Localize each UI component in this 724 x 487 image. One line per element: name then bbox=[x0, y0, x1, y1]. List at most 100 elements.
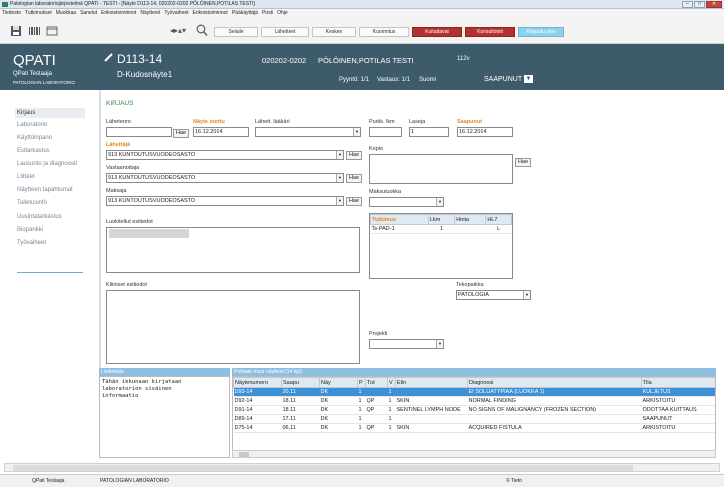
saapunut-label: Saapunut bbox=[457, 119, 483, 125]
menu-item-posti[interactable]: Posti bbox=[262, 9, 273, 17]
minimize-icon[interactable]: – bbox=[682, 1, 693, 8]
col-header-nay[interactable]: Näy bbox=[319, 377, 358, 388]
lahettaja-label: Lähettäjä bbox=[106, 142, 131, 148]
nav-item-esitarkastus[interactable]: Esitarkastus bbox=[17, 148, 50, 154]
tekopaikka-select[interactable]: PATOLOGIA ▼ bbox=[456, 290, 531, 300]
lisatietoja-textarea[interactable]: Tähän ikkunaan kirjataan laboratorion si… bbox=[99, 376, 230, 458]
main-hscrollbar[interactable] bbox=[4, 463, 720, 472]
nav-item-laboratorio[interactable]: Laboratorio bbox=[17, 122, 47, 128]
menu-item-muokkaa[interactable]: Muokkaa bbox=[56, 9, 76, 17]
table-row[interactable]: Ts-PAD-1 1 L bbox=[370, 224, 512, 234]
menu-item-tyovaiheet[interactable]: Työvaiheet bbox=[164, 9, 188, 17]
menu-item-ohje[interactable]: Ohje bbox=[277, 9, 288, 17]
col-header-tut[interactable]: Tut bbox=[365, 377, 388, 388]
lisatietoja-header: Lisätietoja bbox=[99, 368, 230, 376]
kuormitus-button[interactable]: Kuormitus bbox=[359, 27, 409, 37]
maksuluokka-select[interactable]: ▼ bbox=[369, 197, 444, 207]
status-lab: PATOLOGIAN LABORATORIO bbox=[100, 478, 169, 484]
others-header-row: Näytenumero Saapu Näy P Tut V Elin Diagn… bbox=[233, 377, 715, 388]
barcode-icon[interactable] bbox=[28, 26, 42, 36]
luokitellut-field[interactable] bbox=[106, 227, 360, 273]
konsultointi-button[interactable]: Konsultointi bbox=[465, 27, 515, 37]
lkm-col-header[interactable]: Lkm bbox=[427, 214, 456, 225]
col-header-elin[interactable]: Elin bbox=[395, 377, 468, 388]
selaile-button[interactable]: Selaile bbox=[214, 27, 258, 37]
lahetenro-hae-button[interactable]: Hae bbox=[173, 129, 189, 138]
maksaja-hae-button[interactable]: Hae bbox=[346, 197, 362, 206]
tutkimus-col-header[interactable]: Tutkimus bbox=[370, 214, 429, 225]
table-row[interactable]: D75-14 06.11 DK 1 QP 1 SKIN ACQUIRED FISTULA ARK… bbox=[233, 423, 715, 433]
nav-item-uusintatarkastus[interactable]: Uusintatarkastus bbox=[17, 214, 62, 220]
close-icon[interactable]: ✕ bbox=[706, 1, 722, 8]
window-title: Patologian laboratoriojärjestelmä QPATI … bbox=[10, 1, 255, 7]
maksaja-select[interactable]: 913 KUNTOUTUSVUODEOSASTO ▼ bbox=[106, 196, 344, 206]
maximize-icon[interactable]: □ bbox=[694, 1, 705, 8]
table-row[interactable]: D93-14 20.11 DK 1 1 EI SOLUATYPIAA (LUOKKA 1)… bbox=[233, 387, 715, 397]
lahetteet-button[interactable]: Lähetteet bbox=[261, 27, 309, 37]
lahettaja-hae-button[interactable]: Hae bbox=[346, 151, 362, 160]
cell-tila: ARKISTOITU bbox=[641, 423, 715, 433]
cell-diagnoosi bbox=[467, 414, 642, 424]
nav-item-lausunto[interactable]: Lausunto ja diagnoosit bbox=[17, 161, 77, 167]
menu-item-paakayttaja[interactable]: Pääkäyttäjä bbox=[232, 9, 258, 17]
kuitattavat-button[interactable]: Kuitattavat bbox=[412, 27, 462, 37]
kopio-hae-button[interactable]: Hae bbox=[515, 158, 531, 167]
state-dropdown[interactable]: SAAPUNUT ▼ bbox=[484, 75, 533, 83]
lahetenro-input[interactable] bbox=[106, 127, 172, 137]
menu-item-tiedosto[interactable]: Tiedosto bbox=[2, 9, 21, 17]
save-icon[interactable] bbox=[10, 25, 22, 37]
nav-arrows-icon[interactable]: ◂▸▴▾ bbox=[170, 26, 186, 35]
nav-item-liitteet[interactable]: Liitteet bbox=[17, 174, 35, 180]
projekti-select[interactable]: ▼ bbox=[369, 339, 444, 349]
hl7-col-header[interactable]: HL7 bbox=[485, 214, 512, 225]
cell-saapu: 18.11 bbox=[281, 405, 320, 415]
menu-item-tutkimukset[interactable]: Tutkimukset bbox=[25, 9, 52, 17]
cell-v: 1 bbox=[387, 414, 396, 424]
saapunut-input[interactable]: 16.12.2014 bbox=[457, 127, 513, 137]
table-row[interactable]: D92-14 18.11 DK 1 QP 1 SKIN NORMAL FINDING ARKIS… bbox=[233, 396, 715, 406]
cell-naytenumero: D91-14 bbox=[233, 405, 282, 415]
vastaanottaja-hae-button[interactable]: Hae bbox=[346, 174, 362, 183]
kopio-textarea[interactable] bbox=[369, 154, 513, 184]
nav-item-biopankki[interactable]: Biopankki bbox=[17, 227, 43, 233]
kliiniset-textarea[interactable] bbox=[106, 290, 360, 364]
scroll-thumb[interactable] bbox=[239, 452, 249, 457]
laseja-input[interactable]: 1 bbox=[409, 127, 449, 137]
cell-tila: ODOTTAA KUITTAUS bbox=[641, 405, 715, 415]
col-header-v[interactable]: V bbox=[387, 377, 396, 388]
search-icon[interactable] bbox=[196, 24, 208, 37]
vastaanottaja-select[interactable]: 913 KUNTOUTUSVUODEOSASTO ▼ bbox=[106, 173, 344, 183]
table-row[interactable]: D91-14 18.11 DK 1 QP 1 SENTINEL LYMPH NODE NO S… bbox=[233, 405, 715, 415]
hinta-col-header[interactable]: Hinta bbox=[454, 214, 487, 225]
others-hscrollbar[interactable] bbox=[232, 450, 716, 458]
nav-item-talletusinfo[interactable]: Talletusinfo bbox=[17, 200, 47, 206]
menu-item-erikoistoiminnot-2[interactable]: Erikoistoiminnot bbox=[193, 9, 228, 17]
col-header-diagnoosi[interactable]: Diagnoosi bbox=[467, 377, 642, 388]
table-row[interactable]: D89-14 17.11 DK 1 1 SAAPUNUT bbox=[233, 414, 715, 424]
col-header-p[interactable]: P bbox=[357, 377, 366, 388]
purkk-lkm-input[interactable] bbox=[369, 127, 402, 137]
section-title: KIRJAUS bbox=[106, 100, 134, 107]
kirjaudu-ulos-button[interactable]: Kirjaudu ulos bbox=[518, 27, 564, 37]
menu-item-erikoistoiminnot[interactable]: Erikoistoiminnot bbox=[101, 9, 136, 17]
nav-item-tyovaiheet[interactable]: Työvaiheet bbox=[17, 240, 46, 246]
menu-item-sanelut[interactable]: Sanelut bbox=[80, 9, 97, 17]
col-header-tila[interactable]: Tila bbox=[641, 377, 715, 388]
nayte-otettu-input[interactable]: 16.12.2014 bbox=[193, 127, 249, 137]
pencil-icon[interactable] bbox=[104, 52, 114, 62]
nav-item-tapahtumat[interactable]: Näytteen tapahtumat bbox=[17, 187, 73, 193]
cell-tila: ARKISTOITU bbox=[641, 396, 715, 406]
nav-item-kirjaus[interactable]: Kirjaus bbox=[17, 110, 35, 116]
main-scroll-thumb[interactable] bbox=[13, 465, 633, 471]
vastaus: Vastaus: 1/1 bbox=[377, 77, 410, 83]
kesken-button[interactable]: Kesken bbox=[312, 27, 356, 37]
menu-item-nayttenö[interactable]: Näyttenö bbox=[140, 9, 160, 17]
col-header-naytenumero[interactable]: Näytenumero bbox=[233, 377, 282, 388]
lahettaja-select[interactable]: 913 KUNTOUTUSVUODEOSASTO ▼ bbox=[106, 150, 344, 160]
window-icon[interactable] bbox=[46, 26, 58, 36]
chevron-down-icon: ▼ bbox=[336, 197, 343, 205]
cell-naytenumero: D93-14 bbox=[233, 387, 282, 397]
lahett-laakari-select[interactable]: ▼ bbox=[255, 127, 361, 137]
col-header-saapu[interactable]: Saapu bbox=[281, 377, 320, 388]
nav-item-kayttoinpano[interactable]: Käyttöinpano bbox=[17, 135, 52, 141]
